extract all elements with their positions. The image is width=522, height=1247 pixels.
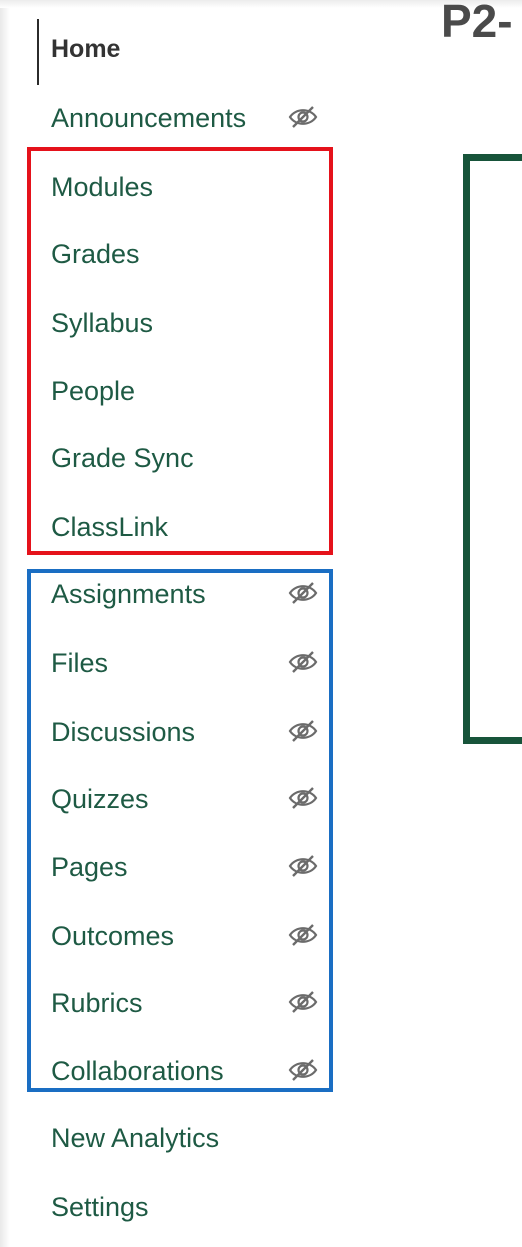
eye-slash-icon <box>288 580 318 606</box>
nav-item-grades[interactable]: Grades <box>51 234 140 274</box>
nav-item-assignments[interactable]: Assignments <box>51 574 206 614</box>
nav-item-syllabus[interactable]: Syllabus <box>51 303 153 343</box>
eye-slash-icon <box>288 853 318 879</box>
nav-item-home[interactable]: Home <box>51 29 120 69</box>
active-indicator <box>37 19 39 85</box>
course-navigation: Home Announcements Modules Grades Syllab… <box>0 0 360 1247</box>
nav-item-files[interactable]: Files <box>51 643 108 683</box>
highlight-box-red <box>27 147 333 555</box>
nav-item-classlink[interactable]: ClassLink <box>51 507 168 547</box>
nav-item-quizzes[interactable]: Quizzes <box>51 779 149 819</box>
nav-item-people[interactable]: People <box>51 371 135 411</box>
eye-slash-icon <box>288 718 318 744</box>
nav-item-new-analytics[interactable]: New Analytics <box>51 1118 219 1158</box>
nav-item-discussions[interactable]: Discussions <box>51 712 195 752</box>
eye-slash-icon <box>288 989 318 1015</box>
nav-item-announcements[interactable]: Announcements <box>51 98 246 138</box>
nav-item-rubrics[interactable]: Rubrics <box>51 983 143 1023</box>
eye-slash-icon <box>288 1057 318 1083</box>
nav-item-pages[interactable]: Pages <box>51 847 128 887</box>
eye-slash-icon <box>288 649 318 675</box>
eye-slash-icon <box>288 785 318 811</box>
nav-item-collaborations[interactable]: Collaborations <box>51 1051 224 1091</box>
nav-item-settings[interactable]: Settings <box>51 1187 149 1227</box>
nav-item-grade-sync[interactable]: Grade Sync <box>51 438 194 478</box>
eye-slash-icon <box>288 104 318 130</box>
nav-item-outcomes[interactable]: Outcomes <box>51 916 174 956</box>
nav-item-modules[interactable]: Modules <box>51 167 153 207</box>
page-title: P2- <box>441 0 513 47</box>
eye-slash-icon <box>288 922 318 948</box>
content-frame <box>463 154 522 744</box>
